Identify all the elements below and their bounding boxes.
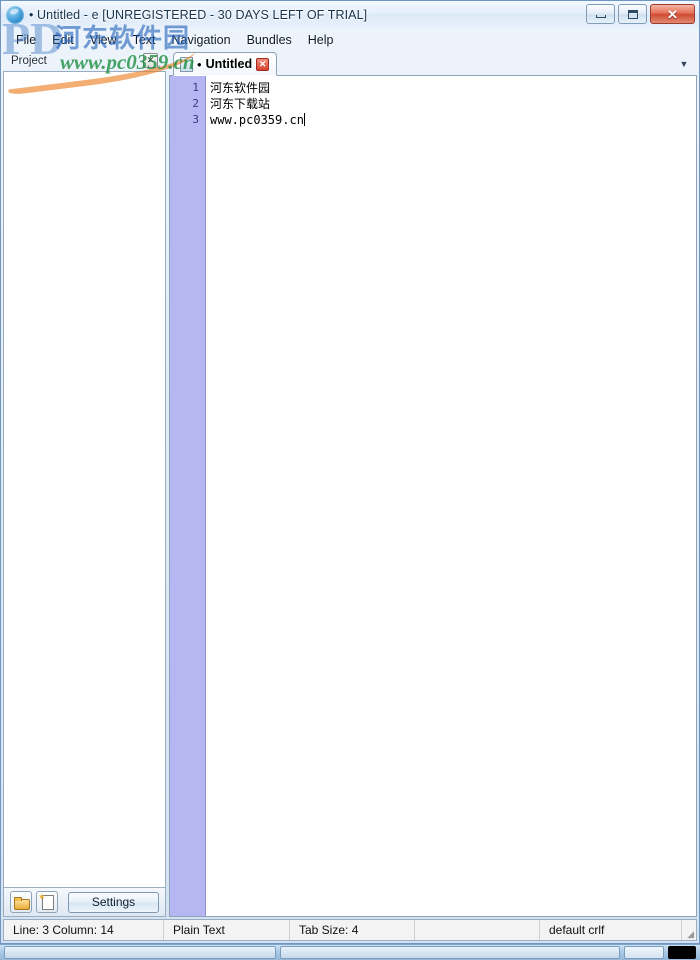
menu-item-help[interactable]: Help	[301, 31, 341, 49]
window-title: • Untitled - e [UNREGISTERED - 30 DAYS L…	[29, 8, 368, 22]
close-window-button[interactable]: ✕	[650, 4, 695, 24]
text-caret	[303, 113, 305, 126]
code-text-area[interactable]: 河东软件园 河东下载站 www.pc0359.cn	[206, 76, 696, 916]
taskbar-item[interactable]	[668, 946, 696, 959]
menu-item-edit[interactable]: Edit	[45, 31, 81, 49]
window-resize-grip[interactable]: ◢	[682, 920, 696, 940]
editor-panel: • Untitled ✕ ▼ 1 2 3 河东软件园 河东下载站 www.pc0…	[169, 50, 697, 917]
menu-item-text[interactable]: Text	[126, 31, 163, 49]
project-toolbar: Settings	[3, 887, 166, 917]
status-tab-size[interactable]: Tab Size: 4	[290, 920, 415, 940]
code-line: 河东下载站	[210, 97, 271, 111]
status-line-endings[interactable]: default crlf	[540, 920, 682, 940]
status-cursor-position: Line: 3 Column: 14	[4, 920, 164, 940]
menu-item-navigation[interactable]: Navigation	[165, 31, 238, 49]
taskbar-item[interactable]	[624, 946, 664, 959]
minimize-button[interactable]	[586, 4, 615, 24]
application-window: • Untitled - e [UNREGISTERED - 30 DAYS L…	[0, 0, 700, 944]
window-controls: ✕	[586, 4, 695, 24]
editor-area[interactable]: 1 2 3 河东软件园 河东下载站 www.pc0359.cn	[169, 76, 697, 917]
title-bar: • Untitled - e [UNREGISTERED - 30 DAYS L…	[1, 1, 699, 29]
status-syntax-mode[interactable]: Plain Text	[164, 920, 290, 940]
line-number: 3	[192, 113, 199, 126]
close-icon: ✕	[146, 55, 155, 65]
menu-item-view[interactable]: View	[83, 31, 124, 49]
new-file-icon	[38, 892, 54, 910]
line-number: 1	[192, 81, 199, 94]
taskbar-item[interactable]	[280, 946, 620, 959]
menu-item-bundles[interactable]: Bundles	[240, 31, 299, 49]
tab-bar: • Untitled ✕ ▼	[169, 50, 697, 76]
status-encoding[interactable]	[415, 920, 540, 940]
new-folder-icon	[13, 896, 30, 910]
minimize-icon	[595, 15, 606, 18]
project-panel-title: Project	[11, 54, 47, 67]
document-icon	[180, 56, 193, 72]
close-icon: ✕	[667, 6, 678, 22]
menu-item-file[interactable]: File	[9, 31, 43, 49]
line-number-gutter: 1 2 3	[170, 76, 206, 916]
project-tree[interactable]	[3, 71, 166, 887]
line-number: 2	[192, 97, 199, 110]
code-line: 河东软件园	[210, 81, 271, 95]
taskbar-item[interactable]	[4, 946, 276, 959]
settings-button[interactable]: Settings	[68, 891, 159, 913]
body-split: Project ✕ Settings •	[1, 50, 699, 919]
tab-close-icon[interactable]: ✕	[256, 57, 270, 71]
project-panel: Project ✕ Settings	[3, 50, 166, 917]
code-line-with-caret: www.pc0359.cn	[206, 112, 696, 128]
new-folder-button[interactable]	[10, 891, 32, 913]
modified-indicator-icon: •	[197, 56, 202, 72]
tab-label: Untitled	[205, 57, 253, 71]
app-icon	[6, 6, 24, 24]
code-line-text: www.pc0359.cn	[210, 113, 304, 127]
tab-untitled[interactable]: • Untitled ✕	[173, 52, 278, 76]
status-bar: Line: 3 Column: 14 Plain Text Tab Size: …	[3, 919, 697, 941]
project-panel-header: Project ✕	[3, 50, 166, 71]
project-panel-close-button[interactable]: ✕	[143, 53, 158, 68]
menu-bar: File Edit View Text Navigation Bundles H…	[1, 29, 699, 50]
maximize-button[interactable]	[618, 4, 647, 24]
chevron-down-icon[interactable]: ▼	[676, 56, 692, 72]
new-file-button[interactable]	[36, 891, 58, 913]
os-taskbar	[0, 944, 700, 960]
maximize-icon	[627, 9, 638, 19]
